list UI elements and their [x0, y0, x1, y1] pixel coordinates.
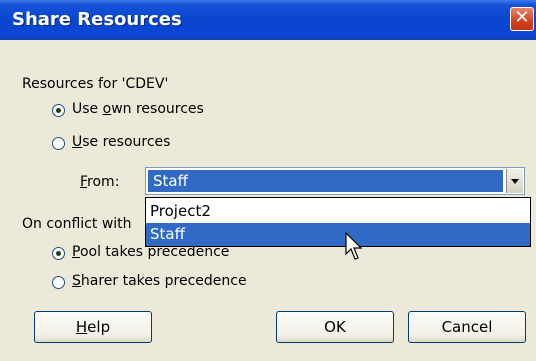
close-button[interactable]: ✕: [510, 7, 534, 31]
use-own-resources-label[interactable]: Use own resources: [72, 101, 204, 117]
pool-takes-precedence-radio[interactable]: [52, 247, 65, 260]
from-selected-value: Staff: [148, 170, 503, 192]
chevron-down-icon[interactable]: [506, 169, 523, 193]
dropdown-option-staff[interactable]: Staff: [146, 223, 530, 246]
from-combobox[interactable]: Staff: [145, 167, 525, 195]
dropdown-option-project2[interactable]: Project2: [146, 200, 530, 223]
use-resources-radio[interactable]: [52, 137, 65, 150]
ok-button[interactable]: OK: [276, 311, 394, 343]
cancel-button[interactable]: Cancel: [408, 311, 526, 343]
dialog-title: Share Resources: [12, 9, 182, 30]
from-label: From:: [80, 174, 120, 190]
conflict-group-label: On conflict with: [22, 216, 132, 232]
use-own-resources-radio[interactable]: [52, 104, 65, 117]
use-resources-label[interactable]: Use resources: [72, 134, 170, 150]
title-bar: Share Resources ✕: [0, 0, 536, 40]
from-dropdown-list[interactable]: Project2 Staff: [145, 197, 531, 247]
close-icon: ✕: [514, 7, 530, 28]
sharer-takes-precedence-label[interactable]: Sharer takes precedence: [72, 273, 247, 289]
mouse-pointer-icon: [345, 232, 363, 260]
help-button[interactable]: Help: [34, 311, 152, 343]
resources-group-label: Resources for 'CDEV': [22, 76, 169, 92]
sharer-takes-precedence-radio[interactable]: [52, 276, 65, 289]
